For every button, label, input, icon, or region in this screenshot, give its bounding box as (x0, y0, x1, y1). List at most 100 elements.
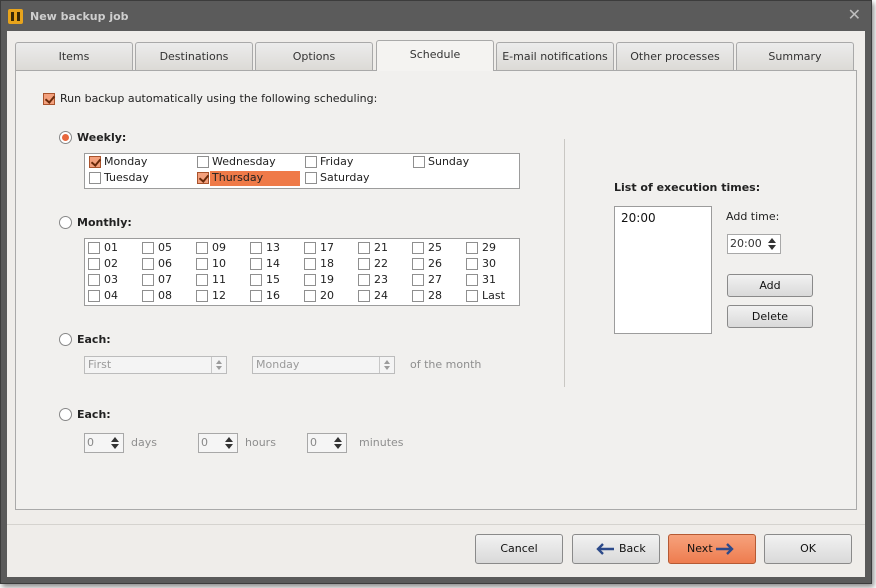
month-day-label: 24 (374, 289, 388, 302)
tab-options[interactable]: Options (255, 42, 373, 70)
month-day-checkbox[interactable] (358, 258, 370, 270)
sunday-checkbox[interactable] (413, 156, 425, 168)
monthly-days-box: 01 05 09 13 17 21 25 29 02 06 10 14 18 22 26 30 03 07 11 15… (84, 238, 520, 306)
ordinal-select[interactable]: First (84, 356, 227, 374)
month-day-checkbox[interactable] (304, 258, 316, 270)
month-day-label: 20 (320, 289, 334, 302)
month-day-checkbox[interactable] (412, 290, 424, 302)
month-day-checkbox[interactable] (88, 274, 100, 286)
ok-button[interactable]: OK (764, 534, 852, 564)
schedule-panel: Run backup automatically using the follo… (15, 70, 857, 510)
add-time-spinner[interactable]: 20:00 (727, 234, 781, 254)
friday-checkbox[interactable] (305, 156, 317, 168)
month-day-checkbox[interactable] (412, 242, 424, 254)
month-day-checkbox[interactable] (412, 258, 424, 270)
of-the-month-label: of the month (410, 358, 482, 371)
title-bar[interactable]: New backup job ✕ (1, 1, 871, 31)
month-day-checkbox[interactable] (142, 274, 154, 286)
month-day-label: 01 (104, 241, 118, 254)
close-icon[interactable]: ✕ (848, 7, 861, 23)
auto-schedule-checkbox[interactable] (43, 93, 55, 105)
month-day-checkbox[interactable] (250, 242, 262, 254)
spinner-arrows-icon[interactable] (764, 235, 780, 253)
month-day-checkbox[interactable] (304, 242, 316, 254)
spinner-arrows-icon[interactable] (330, 434, 346, 452)
month-day-label: 02 (104, 257, 118, 270)
tab-summary[interactable]: Summary (736, 42, 854, 70)
wednesday-label: Wednesday (212, 155, 276, 168)
back-button[interactable]: Back (572, 534, 660, 564)
month-day-checkbox[interactable] (88, 258, 100, 270)
month-day-checkbox[interactable] (142, 242, 154, 254)
month-day-checkbox[interactable] (196, 290, 208, 302)
month-day-checkbox[interactable] (466, 274, 478, 286)
month-day-label: 08 (158, 289, 172, 302)
delete-time-button[interactable]: Delete (727, 305, 813, 328)
month-day-checkbox[interactable] (250, 274, 262, 286)
hours-spinner-value: 0 (201, 436, 208, 449)
month-day-checkbox[interactable] (358, 290, 370, 302)
month-day-checkbox[interactable] (142, 258, 154, 270)
month-day-checkbox[interactable] (250, 290, 262, 302)
month-day-checkbox[interactable] (88, 242, 100, 254)
weekday-select[interactable]: Monday (252, 356, 395, 374)
auto-schedule-label: Run backup automatically using the follo… (60, 92, 378, 105)
month-day-checkbox[interactable] (250, 258, 262, 270)
month-day-checkbox[interactable] (196, 258, 208, 270)
each-month-radio[interactable] (59, 333, 72, 346)
minutes-spinner[interactable]: 0 (307, 433, 347, 453)
saturday-checkbox[interactable] (305, 172, 317, 184)
tab-schedule[interactable]: Schedule (376, 40, 494, 71)
vertical-divider (564, 139, 565, 387)
each-interval-radio[interactable] (59, 408, 72, 421)
month-day-checkbox[interactable] (142, 290, 154, 302)
weekly-radio[interactable] (59, 131, 72, 144)
month-day-label: 15 (266, 273, 280, 286)
weekly-label: Weekly: (77, 131, 127, 144)
monday-checkbox[interactable] (89, 156, 101, 168)
month-day-checkbox[interactable] (88, 290, 100, 302)
month-day-label: 17 (320, 241, 334, 254)
month-day-checkbox[interactable] (304, 290, 316, 302)
month-day-checkbox[interactable] (196, 274, 208, 286)
hours-label: hours (245, 436, 276, 449)
window-title: New backup job (30, 10, 129, 23)
month-day-checkbox[interactable] (304, 274, 316, 286)
month-day-checkbox[interactable] (358, 242, 370, 254)
tuesday-checkbox[interactable] (89, 172, 101, 184)
execution-times-list[interactable]: 20:00 (614, 206, 712, 334)
month-day-checkbox[interactable] (466, 258, 478, 270)
tab-destinations[interactable]: Destinations (135, 42, 253, 70)
tab-email-notifications[interactable]: E-mail notifications (496, 42, 614, 70)
spinner-arrows-icon[interactable] (107, 434, 123, 452)
month-day-checkbox[interactable] (196, 242, 208, 254)
month-day-label: 11 (212, 273, 226, 286)
sunday-label: Sunday (428, 155, 470, 168)
month-day-checkbox[interactable] (358, 274, 370, 286)
wednesday-checkbox[interactable] (197, 156, 209, 168)
add-time-label: Add time: (726, 210, 780, 223)
execution-time-item[interactable]: 20:00 (621, 211, 705, 225)
month-day-label: 09 (212, 241, 226, 254)
minutes-spinner-value: 0 (310, 436, 317, 449)
thursday-checkbox[interactable] (197, 172, 209, 184)
monthly-radio[interactable] (59, 216, 72, 229)
month-day-label: Last (482, 289, 505, 302)
minutes-label: minutes (359, 436, 404, 449)
friday-label: Friday (320, 155, 354, 168)
month-day-label: 05 (158, 241, 172, 254)
cancel-button[interactable]: Cancel (475, 534, 563, 564)
spinner-arrows-icon[interactable] (221, 434, 237, 452)
days-spinner[interactable]: 0 (84, 433, 124, 453)
next-button[interactable]: Next (668, 534, 756, 564)
add-time-button[interactable]: Add (727, 274, 813, 297)
hours-spinner[interactable]: 0 (198, 433, 238, 453)
tab-other-processes[interactable]: Other processes (616, 42, 734, 70)
month-day-checkbox[interactable] (466, 290, 478, 302)
month-day-checkbox[interactable] (466, 242, 478, 254)
tab-items[interactable]: Items (15, 42, 133, 70)
weekday-select-value: Monday (256, 358, 300, 371)
select-arrows-icon (379, 357, 394, 373)
month-day-checkbox[interactable] (412, 274, 424, 286)
backup-job-window: New backup job ✕ Items Destinations Opti… (0, 0, 872, 584)
